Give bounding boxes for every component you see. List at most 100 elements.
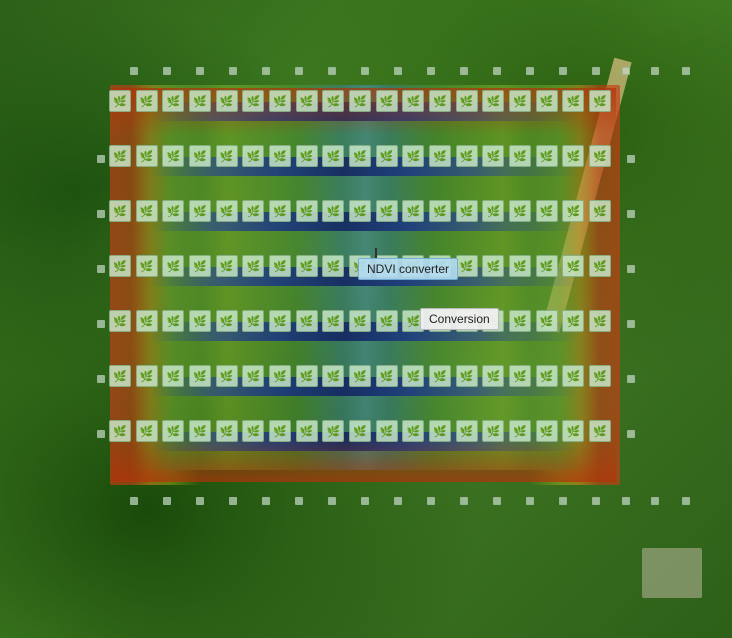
boundary-dot xyxy=(163,67,171,75)
plant-icon: 🌿 xyxy=(269,310,291,332)
plant-icon: 🌿 xyxy=(376,145,398,167)
plant-icon: 🌿 xyxy=(109,90,131,112)
plant-icon: 🌿 xyxy=(509,365,531,387)
boundary-dot xyxy=(559,67,567,75)
plant-icon: 🌿 xyxy=(136,420,158,442)
plant-icon: 🌿 xyxy=(349,145,371,167)
plant-icon: 🌿 xyxy=(162,310,184,332)
plant-icon: 🌿 xyxy=(136,200,158,222)
plant-icon: 🌿 xyxy=(216,145,238,167)
plant-icon: 🌿 xyxy=(296,145,318,167)
plant-icon: 🌿 xyxy=(162,90,184,112)
plant-icon: 🌿 xyxy=(189,90,211,112)
plant-icon: 🌿 xyxy=(429,145,451,167)
conversion-tooltip[interactable]: Conversion xyxy=(420,308,499,330)
plant-icon: 🌿 xyxy=(136,90,158,112)
boundary-dot xyxy=(361,67,369,75)
boundary-dot xyxy=(97,155,105,163)
plant-icon: 🌿 xyxy=(376,200,398,222)
plant-icon: 🌿 xyxy=(536,90,558,112)
plant-icon: 🌿 xyxy=(456,420,478,442)
plant-icon: 🌿 xyxy=(136,145,158,167)
boundary-dot xyxy=(627,320,635,328)
plant-icon: 🌿 xyxy=(109,310,131,332)
plant-icon: 🌿 xyxy=(509,90,531,112)
plant-icon: 🌿 xyxy=(402,90,424,112)
plant-icon: 🌿 xyxy=(509,420,531,442)
boundary-dot xyxy=(262,67,270,75)
plant-icon: 🌿 xyxy=(402,365,424,387)
plant-icon: 🌿 xyxy=(536,365,558,387)
plant-icon: 🌿 xyxy=(269,200,291,222)
plant-icon: 🌿 xyxy=(482,200,504,222)
plant-icon: 🌿 xyxy=(589,365,611,387)
boundary-dot xyxy=(427,67,435,75)
plant-icon: 🌿 xyxy=(402,145,424,167)
plant-icon: 🌿 xyxy=(109,200,131,222)
plant-icon: 🌿 xyxy=(456,255,478,277)
plant-icon: 🌿 xyxy=(482,90,504,112)
boundary-dot xyxy=(196,497,204,505)
boundary-dot xyxy=(97,210,105,218)
plant-icon: 🌿 xyxy=(269,365,291,387)
boundary-dot xyxy=(682,497,690,505)
plant-icon: 🌿 xyxy=(429,420,451,442)
boundary-dot xyxy=(460,497,468,505)
boundary-dot xyxy=(130,497,138,505)
plant-icon: 🌿 xyxy=(482,145,504,167)
plant-icon: 🌿 xyxy=(216,420,238,442)
plant-icon: 🌿 xyxy=(349,420,371,442)
boundary-dot xyxy=(622,67,630,75)
plant-icon: 🌿 xyxy=(189,420,211,442)
plant-icon: 🌿 xyxy=(376,365,398,387)
plant-icon: 🌿 xyxy=(189,145,211,167)
plant-icon: 🌿 xyxy=(429,90,451,112)
ndvi-converter-tooltip[interactable]: NDVI converter xyxy=(358,258,458,280)
boundary-dot xyxy=(163,497,171,505)
plant-icon: 🌿 xyxy=(322,90,344,112)
plant-icon: 🌿 xyxy=(322,145,344,167)
plant-icon: 🌿 xyxy=(562,255,584,277)
boundary-dot xyxy=(526,67,534,75)
boundary-dot xyxy=(592,497,600,505)
boundary-dot xyxy=(229,497,237,505)
boundary-dot xyxy=(627,155,635,163)
boundary-dot xyxy=(627,430,635,438)
plant-icon: 🌿 xyxy=(509,310,531,332)
boundary-dot xyxy=(526,497,534,505)
plant-icon: 🌿 xyxy=(349,310,371,332)
conversion-label: Conversion xyxy=(429,312,490,326)
boundary-dot xyxy=(592,67,600,75)
plant-icon: 🌿 xyxy=(242,145,264,167)
plant-icon: 🌿 xyxy=(162,145,184,167)
plant-icon: 🌿 xyxy=(296,310,318,332)
boundary-dot xyxy=(627,265,635,273)
boundary-dot xyxy=(328,497,336,505)
plant-icon: 🌿 xyxy=(536,145,558,167)
plant-icon: 🌿 xyxy=(536,310,558,332)
plant-icon: 🌿 xyxy=(269,145,291,167)
plant-icon: 🌿 xyxy=(322,365,344,387)
plant-icon: 🌿 xyxy=(429,365,451,387)
cursor-indicator xyxy=(375,248,377,258)
plant-icon: 🌿 xyxy=(562,420,584,442)
boundary-dot xyxy=(196,67,204,75)
plant-icon: 🌿 xyxy=(296,90,318,112)
plant-icon: 🌿 xyxy=(136,255,158,277)
boundary-dot xyxy=(97,320,105,328)
boundary-dot xyxy=(262,497,270,505)
plant-icon: 🌿 xyxy=(269,90,291,112)
plant-icon: 🌿 xyxy=(456,145,478,167)
plant-icon: 🌿 xyxy=(242,255,264,277)
plant-icon: 🌿 xyxy=(296,255,318,277)
plant-icon: 🌿 xyxy=(162,255,184,277)
plant-icon: 🌿 xyxy=(162,200,184,222)
plant-icon: 🌿 xyxy=(376,310,398,332)
plant-icon: 🌿 xyxy=(242,90,264,112)
plant-icon: 🌿 xyxy=(189,200,211,222)
boundary-dot xyxy=(493,67,501,75)
plant-icon: 🌿 xyxy=(216,365,238,387)
settlement-feature xyxy=(642,548,702,598)
plant-icon: 🌿 xyxy=(562,310,584,332)
boundary-dot xyxy=(229,67,237,75)
